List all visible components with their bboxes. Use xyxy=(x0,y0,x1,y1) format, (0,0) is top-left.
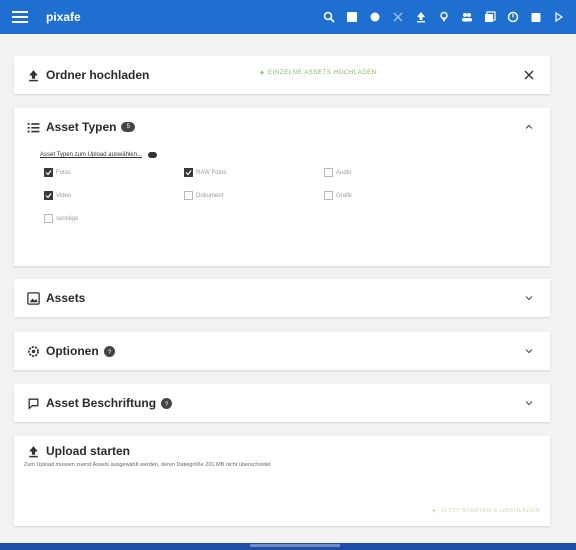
footer-bar xyxy=(0,543,576,550)
sidebar-icon[interactable] xyxy=(548,6,570,28)
people-icon[interactable] xyxy=(456,6,478,28)
share-icon[interactable] xyxy=(387,6,409,28)
options-card[interactable]: Optionen ? xyxy=(14,332,550,370)
settings-icon xyxy=(26,344,40,358)
asset-types-count-badge: 5 xyxy=(121,122,136,132)
checkbox-label: Dokument xyxy=(196,192,224,199)
options-title: Optionen xyxy=(46,344,99,358)
checkbox-dokument[interactable]: Dokument xyxy=(184,191,324,200)
toggle-icon[interactable] xyxy=(147,152,157,158)
asset-types-hint-text: Asset Typen zum Upload auswählen... xyxy=(40,152,142,158)
upload-icon xyxy=(260,70,264,75)
upload-icon xyxy=(26,444,40,458)
upload-icon xyxy=(26,68,40,82)
comment-icon xyxy=(26,396,40,410)
list-icon xyxy=(26,120,40,134)
checkbox-sonstige[interactable]: sonstige xyxy=(44,214,184,223)
asset-types-title: Asset Typen xyxy=(46,120,117,134)
checkbox-label: Grafik xyxy=(336,192,353,199)
checkbox-audio[interactable]: Audio xyxy=(324,168,464,177)
checkbox-raw-fotos[interactable]: RAW Fotos xyxy=(184,168,324,177)
checkbox-label: RAW Fotos xyxy=(196,169,227,176)
top-app-bar: pixafe xyxy=(0,0,576,34)
asset-types-header[interactable]: Asset Typen 5 xyxy=(14,108,550,146)
upload-start-title: Upload starten xyxy=(46,444,131,458)
captions-title: Asset Beschriftung xyxy=(46,396,157,410)
location-icon[interactable] xyxy=(433,6,455,28)
single-assets-upload-button[interactable]: EINZELNE ASSETS HOCHLADEN xyxy=(259,70,377,76)
checkbox-grafik[interactable]: Grafik xyxy=(324,191,464,200)
upload-icon[interactable] xyxy=(410,6,432,28)
checkbox-fotos[interactable]: Fotos xyxy=(44,168,184,177)
chevron-down-icon[interactable] xyxy=(524,346,534,356)
assets-title: Assets xyxy=(46,291,86,305)
checkbox-label: Video xyxy=(56,192,72,199)
menu-icon[interactable] xyxy=(12,11,28,23)
schedule-icon[interactable] xyxy=(502,6,524,28)
svg-text:?: ? xyxy=(165,401,169,406)
help-icon[interactable]: ? xyxy=(103,345,115,357)
settings-icon[interactable] xyxy=(364,6,386,28)
calendar-icon[interactable] xyxy=(525,6,547,28)
svg-text:?: ? xyxy=(108,349,112,354)
single-assets-upload-label: EINZELNE ASSETS HOCHLADEN xyxy=(268,70,377,76)
checkbox-label: Audio xyxy=(336,169,352,176)
asset-types-hint[interactable]: Asset Typen zum Upload auswählen... xyxy=(40,152,524,158)
start-upload-label: JETZT STARTEN & HOCHLADEN xyxy=(440,508,540,514)
image-icon[interactable] xyxy=(341,6,363,28)
assets-card[interactable]: Assets xyxy=(14,279,550,317)
album-icon[interactable] xyxy=(479,6,501,28)
upload-folder-card: Ordner hochladen EINZELNE ASSETS HOCHLAD… xyxy=(14,56,550,94)
app-brand[interactable]: pixafe xyxy=(46,10,81,24)
search-icon[interactable] xyxy=(318,6,340,28)
upload-icon xyxy=(431,508,436,513)
asset-types-grid: Fotos RAW Fotos Audio Video Dokument Gra… xyxy=(44,168,524,223)
help-icon[interactable]: ? xyxy=(161,397,173,409)
upload-start-card: Upload starten Zum Upload müssen zuerst … xyxy=(14,436,550,526)
image-icon xyxy=(26,291,40,305)
chevron-up-icon[interactable] xyxy=(524,122,534,132)
close-icon[interactable] xyxy=(522,68,536,82)
checkbox-label: Fotos xyxy=(56,169,72,176)
footer-text xyxy=(250,544,340,547)
chevron-down-icon[interactable] xyxy=(524,293,534,303)
asset-types-card: Asset Typen 5 Asset Typen zum Upload aus… xyxy=(14,108,550,266)
start-upload-button[interactable]: JETZT STARTEN & HOCHLADEN xyxy=(431,508,540,514)
captions-card[interactable]: Asset Beschriftung ? xyxy=(14,384,550,422)
appbar-actions xyxy=(317,0,570,34)
chevron-down-icon[interactable] xyxy=(524,398,534,408)
upload-folder-title: Ordner hochladen xyxy=(46,68,150,82)
checkbox-video[interactable]: Video xyxy=(44,191,184,200)
checkbox-label: sonstige xyxy=(56,215,79,222)
